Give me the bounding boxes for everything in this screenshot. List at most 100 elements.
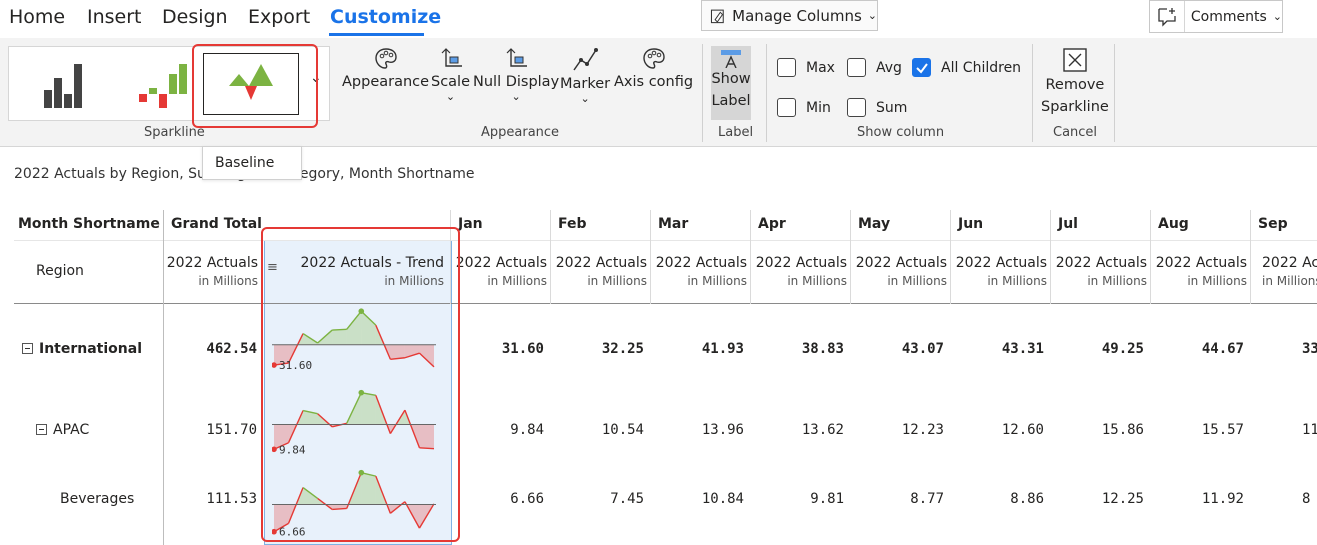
gallery-expand-chevron-icon[interactable]: ⌄ [310,70,322,86]
measure-header-aug[interactable]: 2022 Actuals in Millions [1156,254,1247,290]
appearance-button[interactable]: Appearance [342,46,429,90]
show-label-content: Show Label [711,46,751,112]
measure-header-jan[interactable]: 2022 Actuals in Millions [456,254,547,290]
marker-button[interactable]: Marker ⌄ [560,46,610,105]
column-header-grand-total[interactable]: Grand Total [171,216,262,232]
tab-customize[interactable]: Customize [330,6,441,28]
tab-home[interactable]: Home [9,6,65,28]
group-label-show-column: Show column [857,125,945,140]
null-display-button[interactable]: Null Display ⌄ [473,46,559,103]
row-header-month-shortname[interactable]: Month Shortname [18,216,160,232]
sparkline-beverages[interactable]: 6.66 [272,462,440,538]
grand-total-cell: 111.53 [206,491,257,507]
column-header-jun[interactable]: Jun [958,216,983,232]
scale-icon [441,48,462,67]
column-header-sep[interactable]: Sep [1258,216,1288,232]
measure-unit: in Millions [687,274,747,288]
sparkline-international[interactable]: 31.60 [272,300,440,380]
measure-unit: in Millions [384,274,444,288]
axis-config-button[interactable]: Axis config [614,46,693,90]
measure-name: 2022 Actuals [455,255,547,271]
show-label-icon [721,50,741,68]
tab-design[interactable]: Design [162,6,228,28]
ribbon: Home Insert Design Export Customize Mana… [0,0,1317,147]
row-header-region[interactable]: Region [36,263,84,279]
column-header-mar[interactable]: Mar [658,216,688,232]
max-checkbox[interactable]: Max [777,58,835,77]
value-cell: 41.93 [701,341,744,357]
tab-insert[interactable]: Insert [87,6,142,28]
header-bottom-border [14,303,1317,304]
grand-total-cell: 462.54 [206,341,257,357]
measure-unit: in Millions [198,274,258,288]
row-label-international[interactable]: International [22,341,142,357]
column-header-aug[interactable]: Aug [1158,216,1189,232]
value-cell: 12.60 [1001,422,1044,438]
min-checkbox[interactable]: Min [777,98,831,117]
scale-label: Scale [431,74,471,90]
value-cell: 38.83 [801,341,844,357]
value-cell: 12.25 [1101,491,1144,507]
column-header-jul[interactable]: Jul [1058,216,1078,232]
comments-control[interactable]: Comments ⌄ [1149,0,1283,33]
scale-button[interactable]: Scale ⌄ [431,46,470,103]
value-cell: 11 [1302,422,1317,438]
measure-name: 2022 Actuals [1262,255,1317,271]
value-cell: 9.81 [810,491,844,507]
column-header-feb[interactable]: Feb [558,216,587,232]
column-divider [650,210,651,304]
add-comment-icon[interactable] [1150,1,1185,32]
manage-columns-button[interactable]: Manage Columns ⌄ [701,0,878,31]
sparkline-area-segment [361,311,376,345]
all-children-checkbox[interactable]: All Children [912,58,1021,77]
measure-header-jul[interactable]: 2022 Actuals in Millions [1056,254,1147,290]
measure-unit: in Millions [787,274,847,288]
sparkline-apac[interactable]: 9.84 [272,382,440,458]
chevron-down-icon: ⌄ [867,9,877,22]
measure-name: 2022 Actuals [166,255,258,271]
tab-export[interactable]: Export [248,6,310,28]
sparkline-baseline-option[interactable] [203,53,299,115]
measure-header-sep[interactable]: 2022 Actuals in Millions [1262,254,1317,290]
measure-unit: in Millions [1262,274,1317,288]
measure-header-jun[interactable]: 2022 Actuals in Millions [956,254,1047,290]
collapse-icon[interactable] [22,343,33,354]
sparkline-label: 6.66 [279,526,306,538]
sparkline-line-segment [332,507,347,511]
measure-name: 2022 Actuals [755,255,847,271]
value-cell: 49.25 [1101,341,1144,357]
column-header-jan[interactable]: Jan [458,216,483,232]
measure-header-apr[interactable]: 2022 Actuals in Millions [756,254,847,290]
value-cell: 13.96 [701,422,744,438]
value-cell: 31.60 [501,341,544,357]
value-cell: 13.62 [801,422,844,438]
checkbox-box [847,58,866,77]
show-label-text-2: Label [711,93,751,109]
sum-checkbox[interactable]: Sum [847,98,907,117]
measure-header-may[interactable]: 2022 Actuals in Millions [856,254,947,290]
sparkline-max-marker [358,308,365,314]
sparkline-column-option[interactable] [11,53,107,115]
remove-sparkline-button[interactable]: Remove Sparkline [1041,48,1109,118]
value-cell: 11.92 [1201,491,1244,507]
column-header-may[interactable]: May [858,216,890,232]
chevron-down-icon: ⌄ [1272,10,1282,23]
drag-handle-icon[interactable]: ≡ [267,260,278,275]
remove-sparkline-text-1: Remove [1045,77,1105,93]
measure-header-trend[interactable]: 2022 Actuals - Trend in Millions [301,254,445,290]
measure-header-grand-total[interactable]: 2022 Actuals in Millions [167,254,258,290]
measure-header-mar[interactable]: 2022 Actuals in Millions [656,254,747,290]
baseline-sparkline-icon [229,64,273,100]
value-cell: 10.54 [601,422,644,438]
column-divider [1150,210,1151,304]
group-separator [1114,44,1115,142]
measure-header-feb[interactable]: 2022 Actuals in Millions [556,254,647,290]
checkmark-icon [912,58,931,77]
avg-checkbox[interactable]: Avg [847,58,902,77]
checkbox-box [777,58,796,77]
collapse-icon[interactable] [36,424,47,435]
column-header-apr[interactable]: Apr [758,216,786,232]
row-label-apac[interactable]: APAC [36,422,89,438]
row-label-beverages[interactable]: Beverages [60,491,134,507]
sparkline-winloss-option[interactable] [109,53,205,115]
